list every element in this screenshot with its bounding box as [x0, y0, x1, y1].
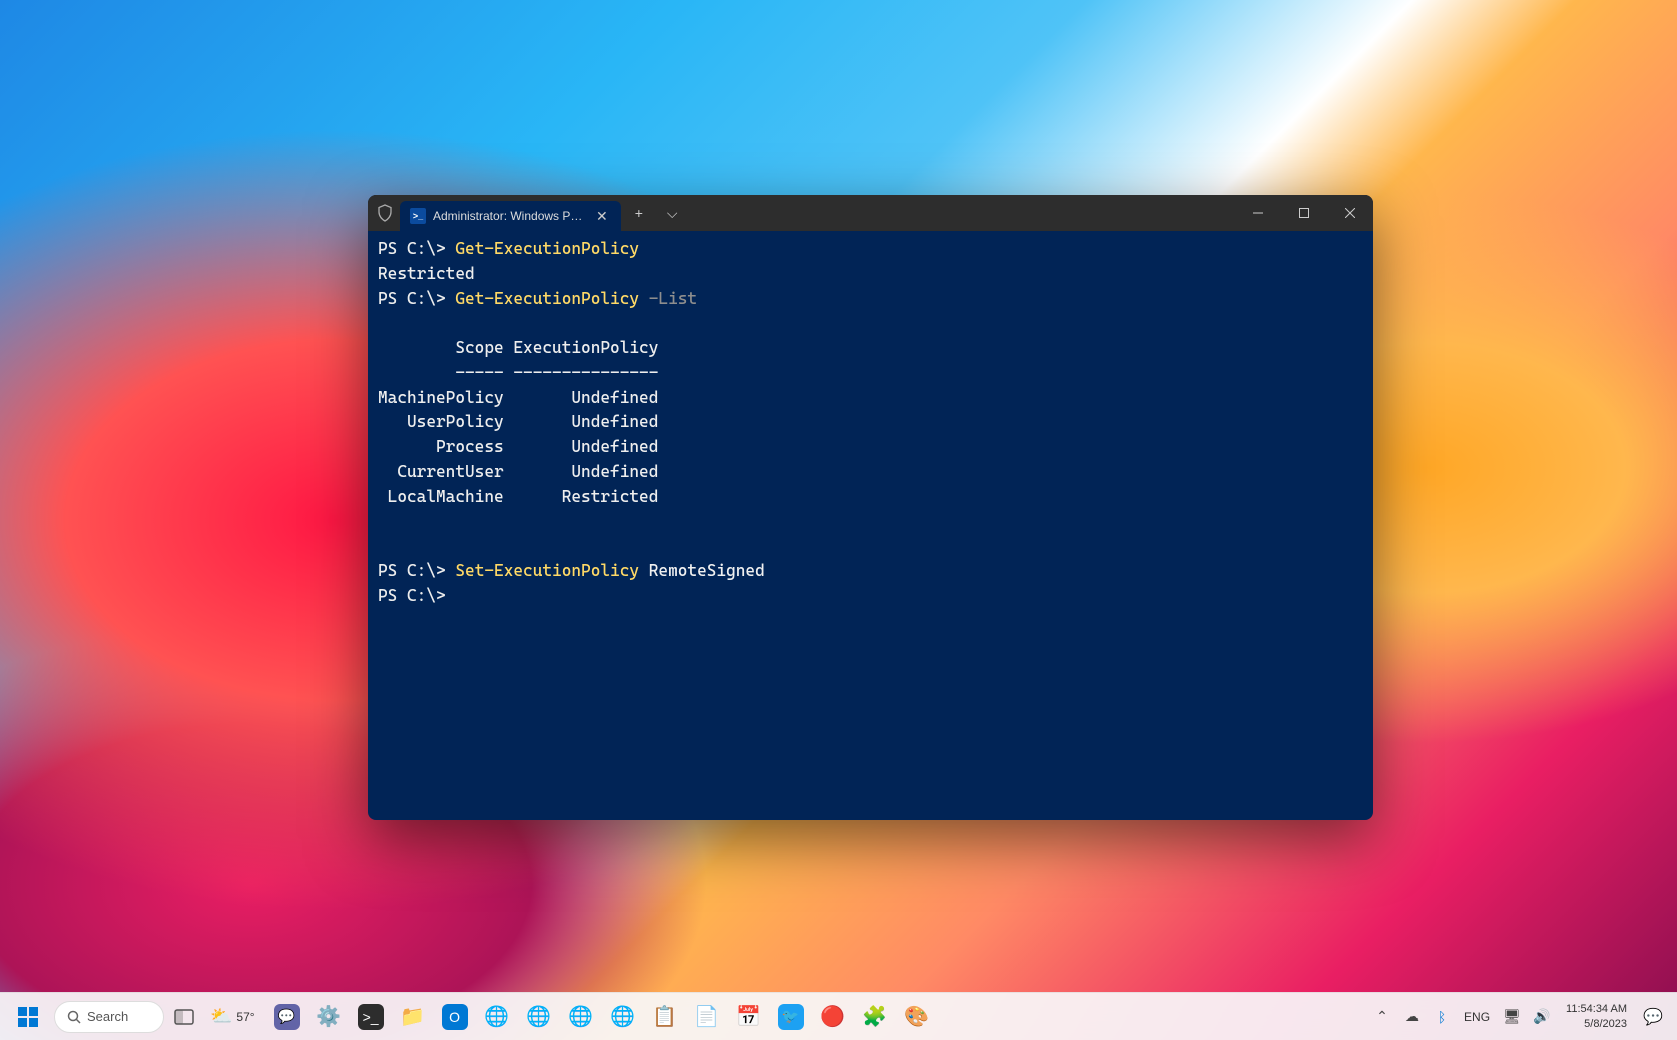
app-edge-beta[interactable]: 🌐: [519, 997, 559, 1037]
chat-icon: 💬: [274, 1004, 300, 1030]
taskbar-search[interactable]: Search: [54, 1001, 164, 1033]
terminal-icon: >_: [358, 1004, 384, 1030]
weather-widget[interactable]: ⛅ 57°: [204, 997, 261, 1037]
folder-icon: 📁: [400, 1004, 425, 1029]
app-tweetdeck[interactable]: 🐦: [771, 997, 811, 1037]
command: Set-ExecutionPolicy: [455, 561, 639, 580]
table-row: Process: [378, 437, 504, 456]
app-edge[interactable]: 🌐: [477, 997, 517, 1037]
app-chrome[interactable]: 🔴: [813, 997, 853, 1037]
edge-canary-icon: 🌐: [610, 1004, 635, 1029]
pinned-apps: 💬 ⚙️ >_ 📁 O 🌐 🌐 🌐 🌐 📋 📄 📅 🐦 🔴 🧩 🎨: [267, 997, 937, 1037]
speaker-icon: 🔊: [1533, 1008, 1550, 1025]
taskbar-clock[interactable]: 11:54:34 AM 5/8/2023: [1558, 1002, 1635, 1031]
table-row: UserPolicy: [378, 412, 504, 431]
chrome-icon: 🔴: [820, 1004, 845, 1029]
wifi-icon: 🖥: [1503, 1008, 1521, 1025]
tab-dropdown-button[interactable]: ⌵: [657, 201, 688, 226]
powershell-icon: >_: [410, 208, 426, 224]
tray-network[interactable]: 🖥: [1498, 997, 1526, 1037]
table-row: Undefined: [513, 388, 658, 407]
search-placeholder: Search: [87, 1009, 128, 1024]
close-window-button[interactable]: [1327, 195, 1373, 231]
paint-icon: 🎨: [904, 1004, 929, 1029]
command-arg: RemoteSigned: [649, 561, 765, 580]
table-row: Undefined: [513, 437, 658, 456]
app-file-explorer[interactable]: 📁: [393, 997, 433, 1037]
powertoys-icon: 🧩: [862, 1004, 887, 1029]
command: Get-ExecutionPolicy: [455, 289, 639, 308]
search-icon: [67, 1010, 81, 1024]
cloud-icon: ☁: [1405, 1008, 1419, 1025]
command-arg: -List: [649, 289, 697, 308]
edge-beta-icon: 🌐: [526, 1004, 551, 1029]
tray-bluetooth[interactable]: ᛒ: [1428, 997, 1456, 1037]
chevron-up-icon: ⌃: [1376, 1008, 1388, 1025]
app-notepad[interactable]: 📋: [645, 997, 685, 1037]
terminal-window: >_ Administrator: Windows Powe ✕ + ⌵ PS …: [368, 195, 1373, 820]
new-tab-button[interactable]: +: [625, 201, 653, 225]
terminal-output[interactable]: PS C:\> Get-ExecutionPolicy Restricted P…: [368, 231, 1373, 820]
app-outlook[interactable]: O: [435, 997, 475, 1037]
app-notes[interactable]: 📄: [687, 997, 727, 1037]
tray-volume[interactable]: 🔊: [1528, 997, 1556, 1037]
windows-logo-icon: [18, 1007, 38, 1027]
app-settings[interactable]: ⚙️: [309, 997, 349, 1037]
weather-temp: 57°: [236, 1010, 254, 1024]
close-tab-button[interactable]: ✕: [591, 206, 613, 227]
command: Get-ExecutionPolicy: [455, 239, 639, 258]
edge-icon: 🌐: [484, 1004, 509, 1029]
app-edge-dev[interactable]: 🌐: [561, 997, 601, 1037]
prompt: PS C:\>: [378, 239, 446, 258]
notes-icon: 📄: [694, 1004, 719, 1029]
table-row: Undefined: [513, 462, 658, 481]
table-row: LocalMachine: [378, 487, 504, 506]
table-row: Restricted: [513, 487, 658, 506]
table-row: Undefined: [513, 412, 658, 431]
app-calendar[interactable]: 📅: [729, 997, 769, 1037]
taskbar: Search ⛅ 57° 💬 ⚙️ >_ 📁 O 🌐 🌐 🌐 🌐 📋 📄 📅 🐦…: [0, 992, 1677, 1040]
tweetdeck-icon: 🐦: [778, 1004, 804, 1030]
language-indicator[interactable]: ENG: [1458, 1010, 1496, 1024]
app-powertoys[interactable]: 🧩: [855, 997, 895, 1037]
system-tray: ⌃ ☁ ᛒ ENG 🖥 🔊 11:54:34 AM 5/8/2023 💬: [1368, 997, 1669, 1037]
table-header: ExecutionPolicy: [513, 338, 658, 357]
prompt: PS C:\>: [378, 289, 446, 308]
bluetooth-icon: ᛒ: [1438, 1009, 1446, 1025]
clock-time: 11:54:34 AM: [1566, 1002, 1627, 1016]
edge-dev-icon: 🌐: [568, 1004, 593, 1029]
app-chat[interactable]: 💬: [267, 997, 307, 1037]
table-divider: ----- ---------------: [378, 363, 658, 382]
notepad-icon: 📋: [652, 1004, 677, 1029]
output-line: Restricted: [378, 264, 475, 283]
gear-icon: ⚙️: [316, 1004, 341, 1029]
notifications-button[interactable]: 💬: [1637, 997, 1669, 1037]
start-button[interactable]: [8, 997, 48, 1037]
titlebar[interactable]: >_ Administrator: Windows Powe ✕ + ⌵: [368, 195, 1373, 231]
admin-shield-icon: [376, 204, 394, 222]
calendar-icon: 📅: [736, 1004, 761, 1029]
task-view-icon: [174, 1009, 194, 1025]
tab-powershell[interactable]: >_ Administrator: Windows Powe ✕: [400, 201, 621, 231]
maximize-button[interactable]: [1281, 195, 1327, 231]
tray-overflow-button[interactable]: ⌃: [1368, 997, 1396, 1037]
table-header: Scope: [378, 338, 504, 357]
window-controls: [1235, 195, 1373, 231]
prompt: PS C:\>: [378, 561, 446, 580]
outlook-icon: O: [442, 1004, 468, 1030]
clock-date: 5/8/2023: [1584, 1017, 1627, 1031]
table-row: MachinePolicy: [378, 388, 504, 407]
tab-title: Administrator: Windows Powe: [433, 209, 583, 223]
prompt: PS C:\>: [378, 586, 446, 605]
app-paint[interactable]: 🎨: [897, 997, 937, 1037]
minimize-button[interactable]: [1235, 195, 1281, 231]
app-edge-canary[interactable]: 🌐: [603, 997, 643, 1037]
tray-onedrive[interactable]: ☁: [1398, 997, 1426, 1037]
weather-icon: ⛅: [210, 1006, 232, 1027]
app-terminal[interactable]: >_: [351, 997, 391, 1037]
table-row: CurrentUser: [378, 462, 504, 481]
task-view-button[interactable]: [164, 997, 204, 1037]
bell-icon: 💬: [1643, 1007, 1663, 1027]
